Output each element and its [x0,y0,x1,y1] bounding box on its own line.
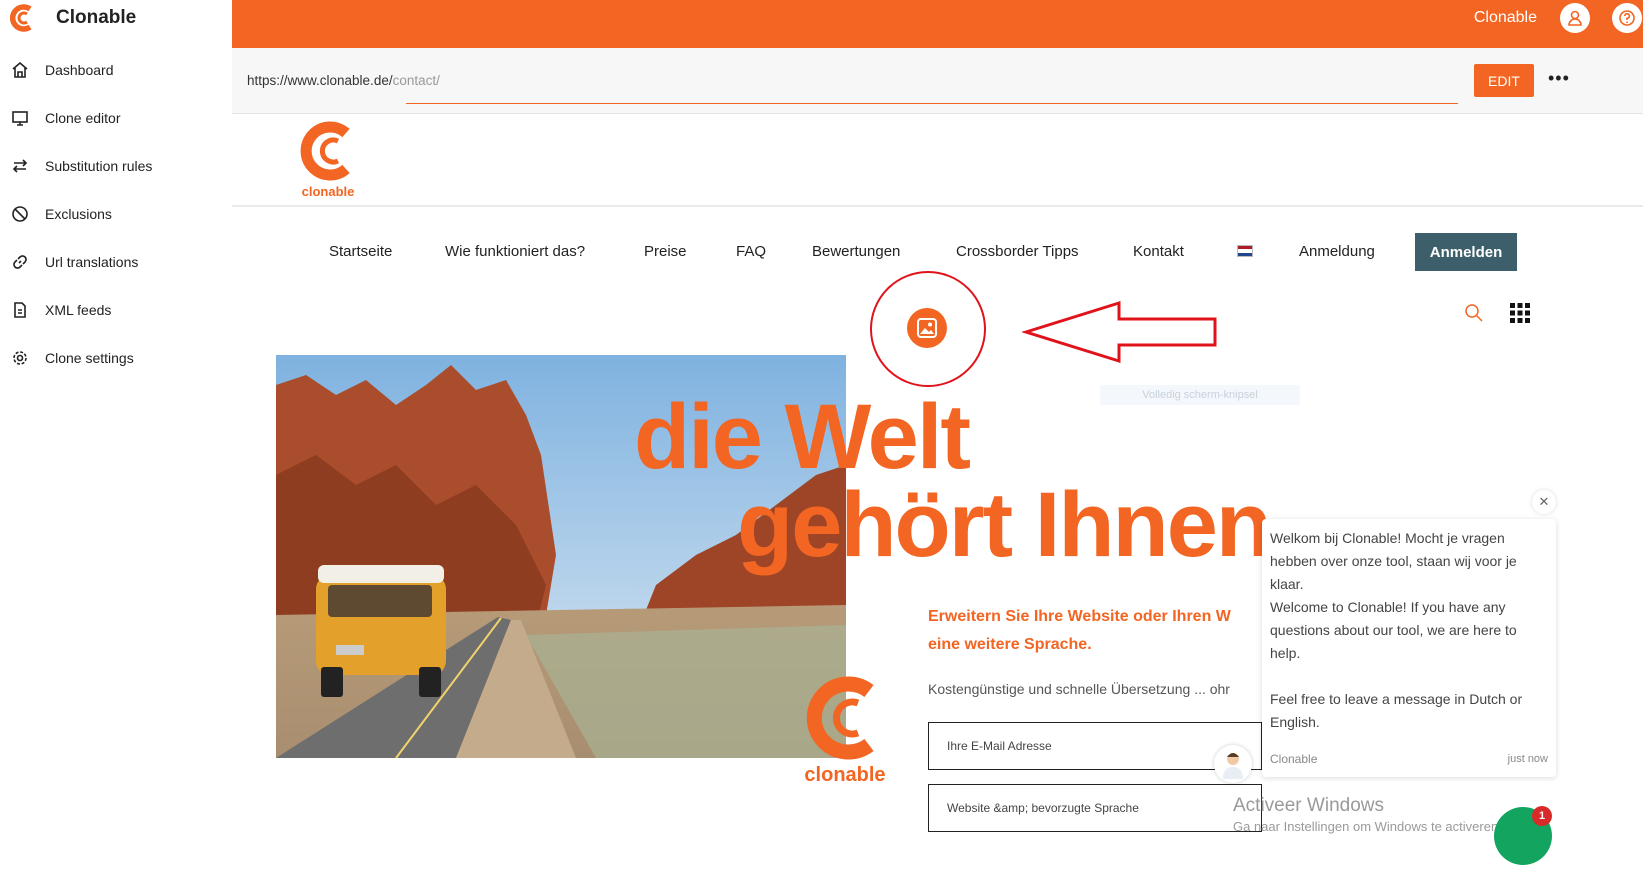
clonable-logo-icon [8,3,38,33]
hero-subtitle-line2: eine weitere Sprache. [928,636,1092,653]
site-nav-faq[interactable]: FAQ [736,243,766,260]
sidebar-item-label: Dashboard [45,62,114,78]
sidebar-item-xml-feeds[interactable]: XML feeds [0,286,232,334]
site-nav-anmeldung[interactable]: Anmeldung [1299,243,1375,260]
ban-icon [12,206,28,222]
sidebar-item-label: Substitution rules [45,158,153,174]
snip-label: Volledig scherm-knipsel [1100,385,1300,405]
sidebar-item-label: Clone settings [45,350,134,366]
hero-logo: clonable [804,673,886,787]
apps-grid-icon[interactable] [1510,303,1530,328]
search-icon[interactable] [1464,303,1484,328]
site-preview: clonable Startseite Wie funktioniert das… [232,115,1643,887]
user-icon[interactable] [1560,3,1590,33]
app-title: Clonable [56,7,137,28]
chat-message-bubble: Welkom bij Clonable! Mocht je vragen heb… [1262,519,1556,777]
sidebar-item-label: Exclusions [45,206,112,222]
swap-icon [12,159,28,173]
sidebar-item-clone-editor[interactable]: Clone editor [0,94,232,142]
sidebar: Clonable Dashboard Clone editor Substitu… [0,0,232,887]
site-nav-preise[interactable]: Preise [644,243,687,260]
dutch-flag-icon[interactable] [1237,245,1253,257]
hero-heading-line1: die Welt [634,386,971,488]
url-underline [406,103,1458,104]
url-base: https://www.clonable.de/ [247,73,393,88]
brand[interactable]: Clonable [8,2,136,34]
annotation-circle [870,271,986,387]
windows-activation-notice: Activeer Windows Ga naar Instellingen om… [1233,795,1502,834]
site-nav-kontakt[interactable]: Kontakt [1133,243,1184,260]
chat-agent-avatar [1214,745,1252,783]
chat-message-english: Welcome to Clonable! If you have any que… [1270,599,1517,661]
sidebar-item-clone-settings[interactable]: Clone settings [0,334,232,382]
clonable-logo-icon [300,121,350,181]
hero-heading-line2: gehört Ihnen [737,474,1272,576]
help-icon[interactable] [1612,3,1642,33]
chat-timestamp: just now [1507,753,1548,765]
top-bar: Clonable [232,0,1643,48]
site-logo-text: clonable [301,184,355,199]
website-language-field[interactable]: Website &amp; bevorzugte Sprache [928,784,1262,832]
edit-button[interactable]: EDIT [1474,64,1534,97]
account-name[interactable]: Clonable [1474,9,1537,27]
sidebar-item-label: Clone editor [45,110,121,126]
chat-message-note: Feel free to leave a message in Dutch or… [1270,691,1523,730]
site-logo[interactable]: clonable [298,119,358,199]
sidebar-item-exclusions[interactable]: Exclusions [0,190,232,238]
sidebar-item-substitution-rules[interactable]: Substitution rules [0,142,232,190]
hero-subtitle-line1: Erweitern Sie Ihre Website oder Ihren W [928,608,1231,625]
chat-footer: Clonable just now [1270,748,1548,771]
windows-activation-hint: Ga naar Instellingen om Windows te activ… [1233,819,1502,834]
url-path: contact/ [392,73,440,88]
monitor-icon [12,111,28,126]
site-nav-bewertungen[interactable]: Bewertungen [812,243,900,260]
site-nav-crossborder[interactable]: Crossborder Tipps [956,243,1079,260]
chat-message-dutch: Welkom bij Clonable! Mocht je vragen heb… [1270,530,1517,592]
site-nav-wie-funktioniert[interactable]: Wie funktioniert das? [445,243,585,260]
email-field[interactable]: Ihre E-Mail Adresse [928,722,1262,770]
hero-tagline: Kostengünstige und schnelle Übersetzung … [928,681,1230,697]
link-icon [13,255,27,269]
annotation-arrow-icon [1022,300,1217,364]
chat-sender: Clonable [1270,752,1318,766]
gear-icon [13,351,27,365]
hero-logo-text: clonable [804,764,886,786]
chat-close-icon[interactable]: ✕ [1532,490,1556,514]
home-icon [12,61,28,78]
sidebar-item-label: Url translations [45,254,139,270]
clonable-logo-icon [806,676,874,760]
sidebar-item-label: XML feeds [45,302,112,318]
sidebar-item-dashboard[interactable]: Dashboard [0,46,232,94]
anmelden-button[interactable]: Anmelden [1415,233,1517,271]
file-icon [14,302,26,318]
sidebar-nav: Dashboard Clone editor Substitution rule… [0,46,232,382]
windows-activation-title: Activeer Windows [1233,795,1384,816]
hero-subtitle: Erweitern Sie Ihre Website oder Ihren W … [928,603,1268,659]
site-nav-startseite[interactable]: Startseite [329,243,392,260]
chat-unread-badge: 1 [1532,806,1552,826]
url-bar: https://www.clonable.de/contact/ EDIT ••… [232,48,1643,114]
site-header: clonable [232,115,1643,207]
more-menu-icon[interactable]: ••• [1548,68,1570,89]
url-input[interactable]: https://www.clonable.de/contact/ [247,73,440,88]
sidebar-item-url-translations[interactable]: Url translations [0,238,232,286]
